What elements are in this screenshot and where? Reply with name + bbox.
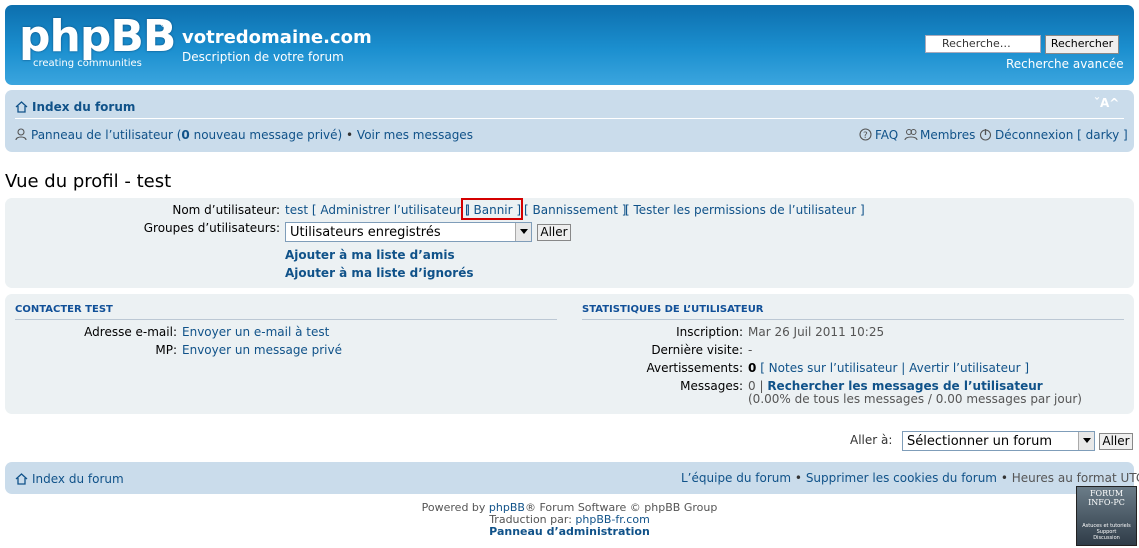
jumpbox-label: Aller à: <box>850 433 893 447</box>
banishment-link[interactable]: [ Bannissement ] <box>524 203 626 217</box>
advanced-search-link[interactable]: Recherche avancée <box>1006 57 1124 71</box>
badge-line1: FORUM <box>1089 489 1124 498</box>
logout-icon <box>979 129 992 141</box>
footer-index-link[interactable]: Index du forum <box>32 472 124 486</box>
contact-section-title: CONTACTER TEST <box>15 304 557 320</box>
warnings-count: 0 <box>748 361 757 375</box>
search-input[interactable]: Recherche… <box>925 35 1041 53</box>
view-messages-link[interactable]: Voir mes messages <box>357 128 473 142</box>
groups-go-button[interactable]: Aller <box>537 224 571 241</box>
jumpbox-selected: Sélectionner un forum <box>907 434 1053 449</box>
last-visit-value: - <box>748 343 753 357</box>
site-title: votredomaine.com <box>182 27 372 48</box>
admin-panel-link[interactable]: Panneau d’administration <box>489 525 650 538</box>
pm-count[interactable]: 0 <box>181 128 189 142</box>
groups-select[interactable]: Utilisateurs enregistrés <box>285 222 532 242</box>
badge-line2: INFO-PC <box>1088 498 1125 507</box>
last-visit-label: Dernière visite: <box>651 343 743 357</box>
username-line: test [ Administrer l’utilisateur ] <box>285 203 470 217</box>
page-title: Vue du profil - test <box>5 171 172 192</box>
navbar <box>5 90 1134 152</box>
stats-section-title: STATISTIQUES DE L’UTILISATEUR <box>582 304 1124 320</box>
navbar-divider <box>15 118 1124 119</box>
posts-count: 0 <box>748 379 756 393</box>
admin-panel-line: Panneau d’administration <box>0 525 1139 538</box>
ban-link[interactable]: [ Bannir ] <box>465 203 521 217</box>
groups-selected: Utilisateurs enregistrés <box>290 225 441 240</box>
warnings-links[interactable]: [ Notes sur l’utilisateur | Avertir l’ut… <box>760 361 1029 375</box>
nav-separator: • <box>342 128 357 142</box>
members-link[interactable]: Membres <box>920 128 975 142</box>
chevron-down-icon <box>1078 432 1094 450</box>
badge-line5: Discussion <box>1093 535 1120 541</box>
joined-value: Mar 26 Juil 2011 10:25 <box>748 325 885 339</box>
registered-mark: ® <box>159 17 170 30</box>
phpbb-logo[interactable]: phpBB ® creating communities <box>19 11 176 75</box>
admin-user-link[interactable]: [ Administrer l’utilisateur ] <box>312 203 470 217</box>
logo-text: phpBB <box>19 11 176 62</box>
home-icon <box>15 473 28 485</box>
user-panel-icon <box>15 128 27 141</box>
breadcrumb-index[interactable]: Index du forum <box>32 100 135 114</box>
search-posts-link[interactable]: Rechercher les messages de l’utilisateur <box>767 379 1042 393</box>
chevron-down-icon <box>515 223 531 241</box>
jumpbox-go-button[interactable]: Aller <box>1099 433 1133 450</box>
user-panel-line: Panneau de l’utilisateur (0 nouveau mess… <box>31 128 473 142</box>
pm-link[interactable]: Envoyer un message privé <box>182 343 342 357</box>
search-button[interactable]: Rechercher <box>1045 35 1119 54</box>
add-friends-link[interactable]: Ajouter à ma liste d’amis <box>285 248 455 262</box>
team-link[interactable]: L’équipe du forum <box>681 471 791 485</box>
username-label: Nom d’utilisateur: <box>172 203 280 217</box>
posts-ratio: (0.00% de tous les messages / 0.00 messa… <box>748 392 1082 406</box>
footer-separator: • <box>997 471 1012 485</box>
logout-link[interactable]: Déconnexion [ darky ] <box>995 128 1128 142</box>
faq-link[interactable]: FAQ <box>875 128 898 142</box>
jumpbox-select[interactable]: Sélectionner un forum <box>902 431 1095 451</box>
posts-label: Messages: <box>680 379 743 393</box>
test-permissions-link[interactable]: [ Tester les permissions de l’utilisateu… <box>625 203 865 217</box>
timezone-text: Heures au format UTC <box>1011 471 1139 485</box>
faq-icon: ? <box>859 128 872 141</box>
footer-separator: • <box>791 471 806 485</box>
posts-line: 0 | Rechercher les messages de l’utilisa… <box>748 379 1043 393</box>
warnings-label: Avertissements: <box>646 361 743 375</box>
username-value: test <box>285 203 309 217</box>
ucp-link[interactable]: Panneau de l’utilisateur ( <box>31 128 181 142</box>
logo-tagline: creating communities <box>33 58 142 69</box>
pm-suffix[interactable]: nouveau message privé) <box>190 128 343 142</box>
svg-text:?: ? <box>863 131 868 141</box>
email-label: Adresse e-mail: <box>84 325 177 339</box>
warnings-line: 0 [ Notes sur l’utilisateur | Avertir l’… <box>748 361 1029 375</box>
pm-label: MP: <box>155 343 177 357</box>
footer-links: L’équipe du forum • Supprimer les cookie… <box>681 471 1139 485</box>
home-icon <box>15 101 28 113</box>
groups-label: Groupes d’utilisateurs: <box>143 221 280 235</box>
forum-info-pc-badge[interactable]: FORUM INFO-PC Astuces et tutoriels Suppo… <box>1076 486 1137 546</box>
add-ignored-link[interactable]: Ajouter à ma liste d’ignorés <box>285 266 473 280</box>
delete-cookies-link[interactable]: Supprimer les cookies du forum <box>806 471 997 485</box>
joined-label: Inscription: <box>676 325 743 339</box>
font-size-control[interactable]: ˇA^ <box>1094 96 1119 110</box>
members-icon <box>904 129 918 141</box>
site-description: Description de votre forum <box>182 50 344 64</box>
posts-separator: | <box>755 379 768 393</box>
email-link[interactable]: Envoyer un e-mail à test <box>182 325 329 339</box>
